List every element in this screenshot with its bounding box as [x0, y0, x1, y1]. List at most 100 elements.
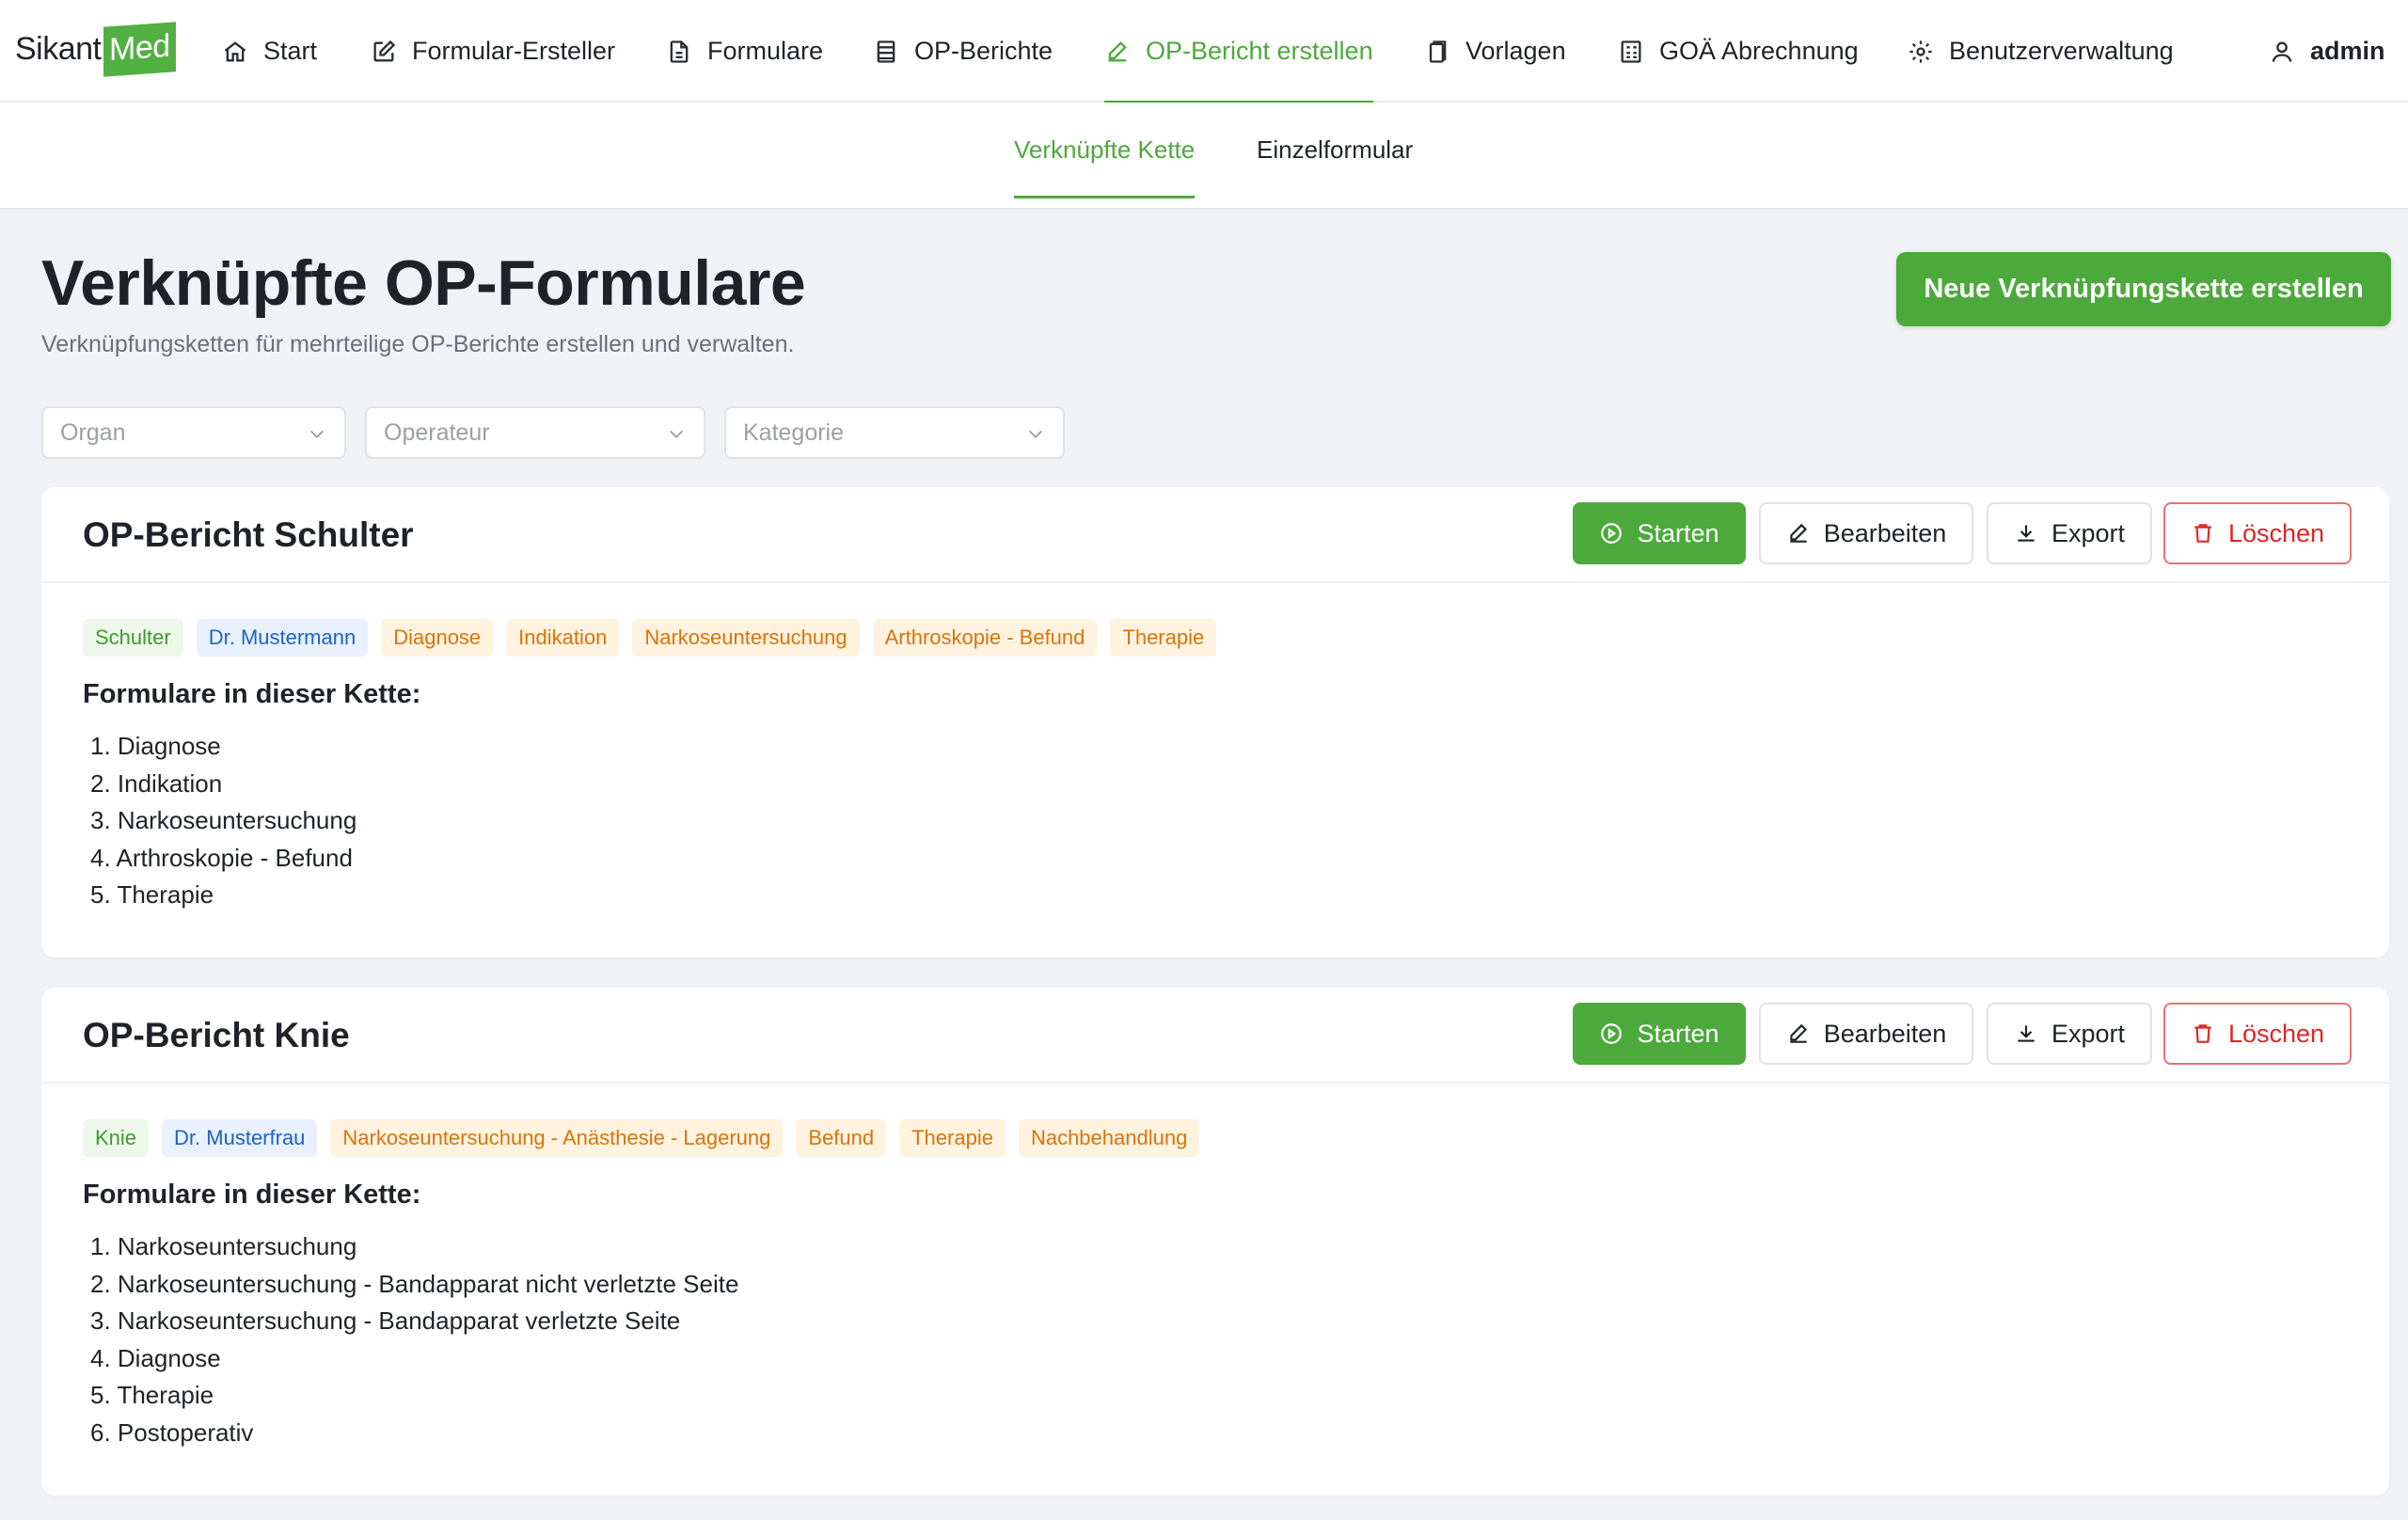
forms-list-title: Formulare in dieser Kette:	[83, 1180, 421, 1210]
card-header: OP-Bericht Knie Starten Bearbeiten Expor…	[41, 988, 2389, 1084]
list-item: 5. Therapie	[90, 1381, 214, 1409]
operateur-placeholder: Operateur	[384, 419, 490, 446]
calculator-icon	[1621, 40, 1641, 63]
pencil-icon	[1790, 523, 1807, 543]
list-item: 4. Diagnose	[90, 1343, 221, 1372]
nav-item-vorlagen[interactable]: Vorlagen	[1424, 0, 1566, 103]
kategorie-tag: Therapie	[899, 1119, 1006, 1157]
user-menu[interactable]: admin	[2269, 0, 2385, 103]
forms-list: 1. Narkoseuntersuchung 2. Narkoseuntersu…	[90, 1228, 738, 1451]
kategorie-tag: Diagnose	[381, 619, 494, 657]
export-button[interactable]: Export	[1987, 1003, 2152, 1065]
chevron-down-icon	[309, 430, 325, 438]
edit-square-icon	[373, 40, 396, 61]
play-circle-icon	[1601, 1023, 1623, 1044]
nav-item-label: Formular-Ersteller	[412, 37, 616, 65]
sub-navigation: Verknüpfte Kette Einzelformular	[0, 103, 2408, 210]
kategorie-tag: Arthroskopie - Befund	[872, 619, 1098, 657]
start-button[interactable]: Starten	[1573, 1003, 1746, 1065]
edit-button-label: Bearbeiten	[1823, 1019, 1947, 1048]
nav-item-label: Formulare	[707, 37, 824, 65]
operateur-tag: Dr. Mustermann	[196, 619, 369, 657]
nav-item-label: Start	[263, 37, 318, 65]
list-item: 5. Therapie	[90, 880, 214, 909]
chevron-down-icon	[1028, 430, 1043, 438]
delete-button[interactable]: Löschen	[2163, 502, 2352, 564]
chevron-down-icon	[669, 430, 684, 438]
list-item: 3. Narkoseuntersuchung	[90, 806, 357, 834]
start-button-label: Starten	[1637, 518, 1719, 547]
organ-placeholder: Organ	[60, 419, 126, 446]
nav-item-op-bericht-erstellen[interactable]: OP-Bericht erstellen	[1104, 0, 1373, 103]
tag-list: Knie Dr. Musterfrau Narkoseuntersuchung …	[83, 1119, 1200, 1157]
forms-list-title: Formulare in dieser Kette:	[83, 679, 421, 709]
nav-item-label: OP-Berichte	[914, 37, 1054, 65]
list-item: 2. Indikation	[90, 768, 223, 798]
edit-button[interactable]: Bearbeiten	[1759, 502, 1973, 564]
document-icon	[670, 40, 689, 63]
export-button-label: Export	[2051, 518, 2126, 547]
list-item: 6. Postoperativ	[90, 1417, 254, 1447]
kategorie-tag: Narkoseuntersuchung - Anästhesie - Lager…	[330, 1119, 784, 1157]
gear-icon	[1909, 40, 1932, 63]
list-item: 1. Diagnose	[90, 732, 221, 760]
forms-list: 1. Diagnose 2. Indikation 3. Narkoseunte…	[90, 728, 356, 914]
user-icon	[2272, 41, 2292, 62]
user-name: admin	[2310, 37, 2385, 65]
logo[interactable]: Sikant Med	[15, 19, 176, 79]
start-button[interactable]: Starten	[1573, 502, 1746, 564]
card-title: OP-Bericht Schulter	[83, 515, 414, 554]
page-subtitle: Verknüpfungsketten für mehrteilige OP-Be…	[41, 331, 795, 357]
edit-button-label: Bearbeiten	[1823, 518, 1947, 547]
list-document-icon	[877, 40, 895, 63]
card-title: OP-Bericht Knie	[83, 1016, 350, 1054]
kategorie-select[interactable]: Kategorie	[724, 406, 1065, 459]
page-title: Verknüpfte OP-Formulare	[41, 247, 806, 319]
logo-badge: Med	[103, 21, 176, 77]
tab-einzelformular[interactable]: Einzelformular	[1257, 103, 1413, 197]
download-icon	[2018, 1025, 2035, 1042]
create-chain-button[interactable]: Neue Verknüpfungskette erstellen	[1896, 252, 2391, 326]
pencil-icon	[1790, 1023, 1807, 1043]
list-item: 4. Arthroskopie - Befund	[90, 843, 353, 872]
kategorie-tag: Narkoseuntersuchung	[632, 619, 860, 657]
list-item: 2. Narkoseuntersuchung - Bandapparat nic…	[90, 1269, 739, 1298]
kategorie-placeholder: Kategorie	[743, 419, 845, 446]
operateur-tag: Dr. Musterfrau	[162, 1119, 318, 1157]
nav-item-label: GOÄ Abrechnung	[1659, 37, 1859, 65]
nav-item-label: Vorlagen	[1465, 37, 1566, 65]
list-item: 1. Narkoseuntersuchung	[90, 1232, 357, 1260]
nav-item-op-berichte[interactable]: OP-Berichte	[873, 0, 1053, 103]
chain-card-knie: OP-Bericht Knie Starten Bearbeiten Expor…	[41, 988, 2389, 1496]
nav-item-label: Benutzerverwaltung	[1949, 37, 2174, 65]
nav-item-label: OP-Bericht erstellen	[1146, 37, 1373, 65]
organ-select[interactable]: Organ	[41, 406, 346, 459]
play-circle-icon	[1601, 523, 1623, 544]
list-item: 3. Narkoseuntersuchung - Bandapparat ver…	[90, 1306, 681, 1335]
kategorie-tag: Therapie	[1110, 619, 1217, 657]
start-button-label: Starten	[1637, 1019, 1719, 1048]
trash-icon	[2194, 1024, 2211, 1043]
organ-tag: Schulter	[83, 619, 183, 657]
logo-text: Sikant	[15, 30, 102, 67]
nav-item-start[interactable]: Start	[222, 0, 317, 103]
tag-list: Schulter Dr. Mustermann Diagnose Indikat…	[83, 619, 1217, 657]
edit-button[interactable]: Bearbeiten	[1759, 1003, 1973, 1065]
organ-tag: Knie	[83, 1119, 150, 1157]
export-button-label: Export	[2051, 1019, 2126, 1048]
download-icon	[2018, 525, 2035, 542]
tab-verknuepfte-kette[interactable]: Verknüpfte Kette	[1014, 103, 1196, 198]
delete-button-label: Löschen	[2227, 1019, 2325, 1048]
nav-item-formular-ersteller[interactable]: Formular-Ersteller	[371, 0, 615, 103]
delete-button[interactable]: Löschen	[2163, 1003, 2352, 1065]
nav-item-formulare[interactable]: Formulare	[666, 0, 823, 103]
copy-icon	[1429, 40, 1447, 63]
export-button[interactable]: Export	[1987, 502, 2152, 564]
delete-button-label: Löschen	[2227, 518, 2325, 547]
nav-item-benutzerverwaltung[interactable]: Benutzerverwaltung	[1908, 0, 2174, 103]
operateur-select[interactable]: Operateur	[365, 406, 705, 459]
home-icon	[224, 40, 246, 61]
nav-item-goa-abrechnung[interactable]: GOÄ Abrechnung	[1618, 0, 1859, 103]
kategorie-tag: Befund	[796, 1119, 887, 1157]
trash-icon	[2194, 524, 2211, 543]
